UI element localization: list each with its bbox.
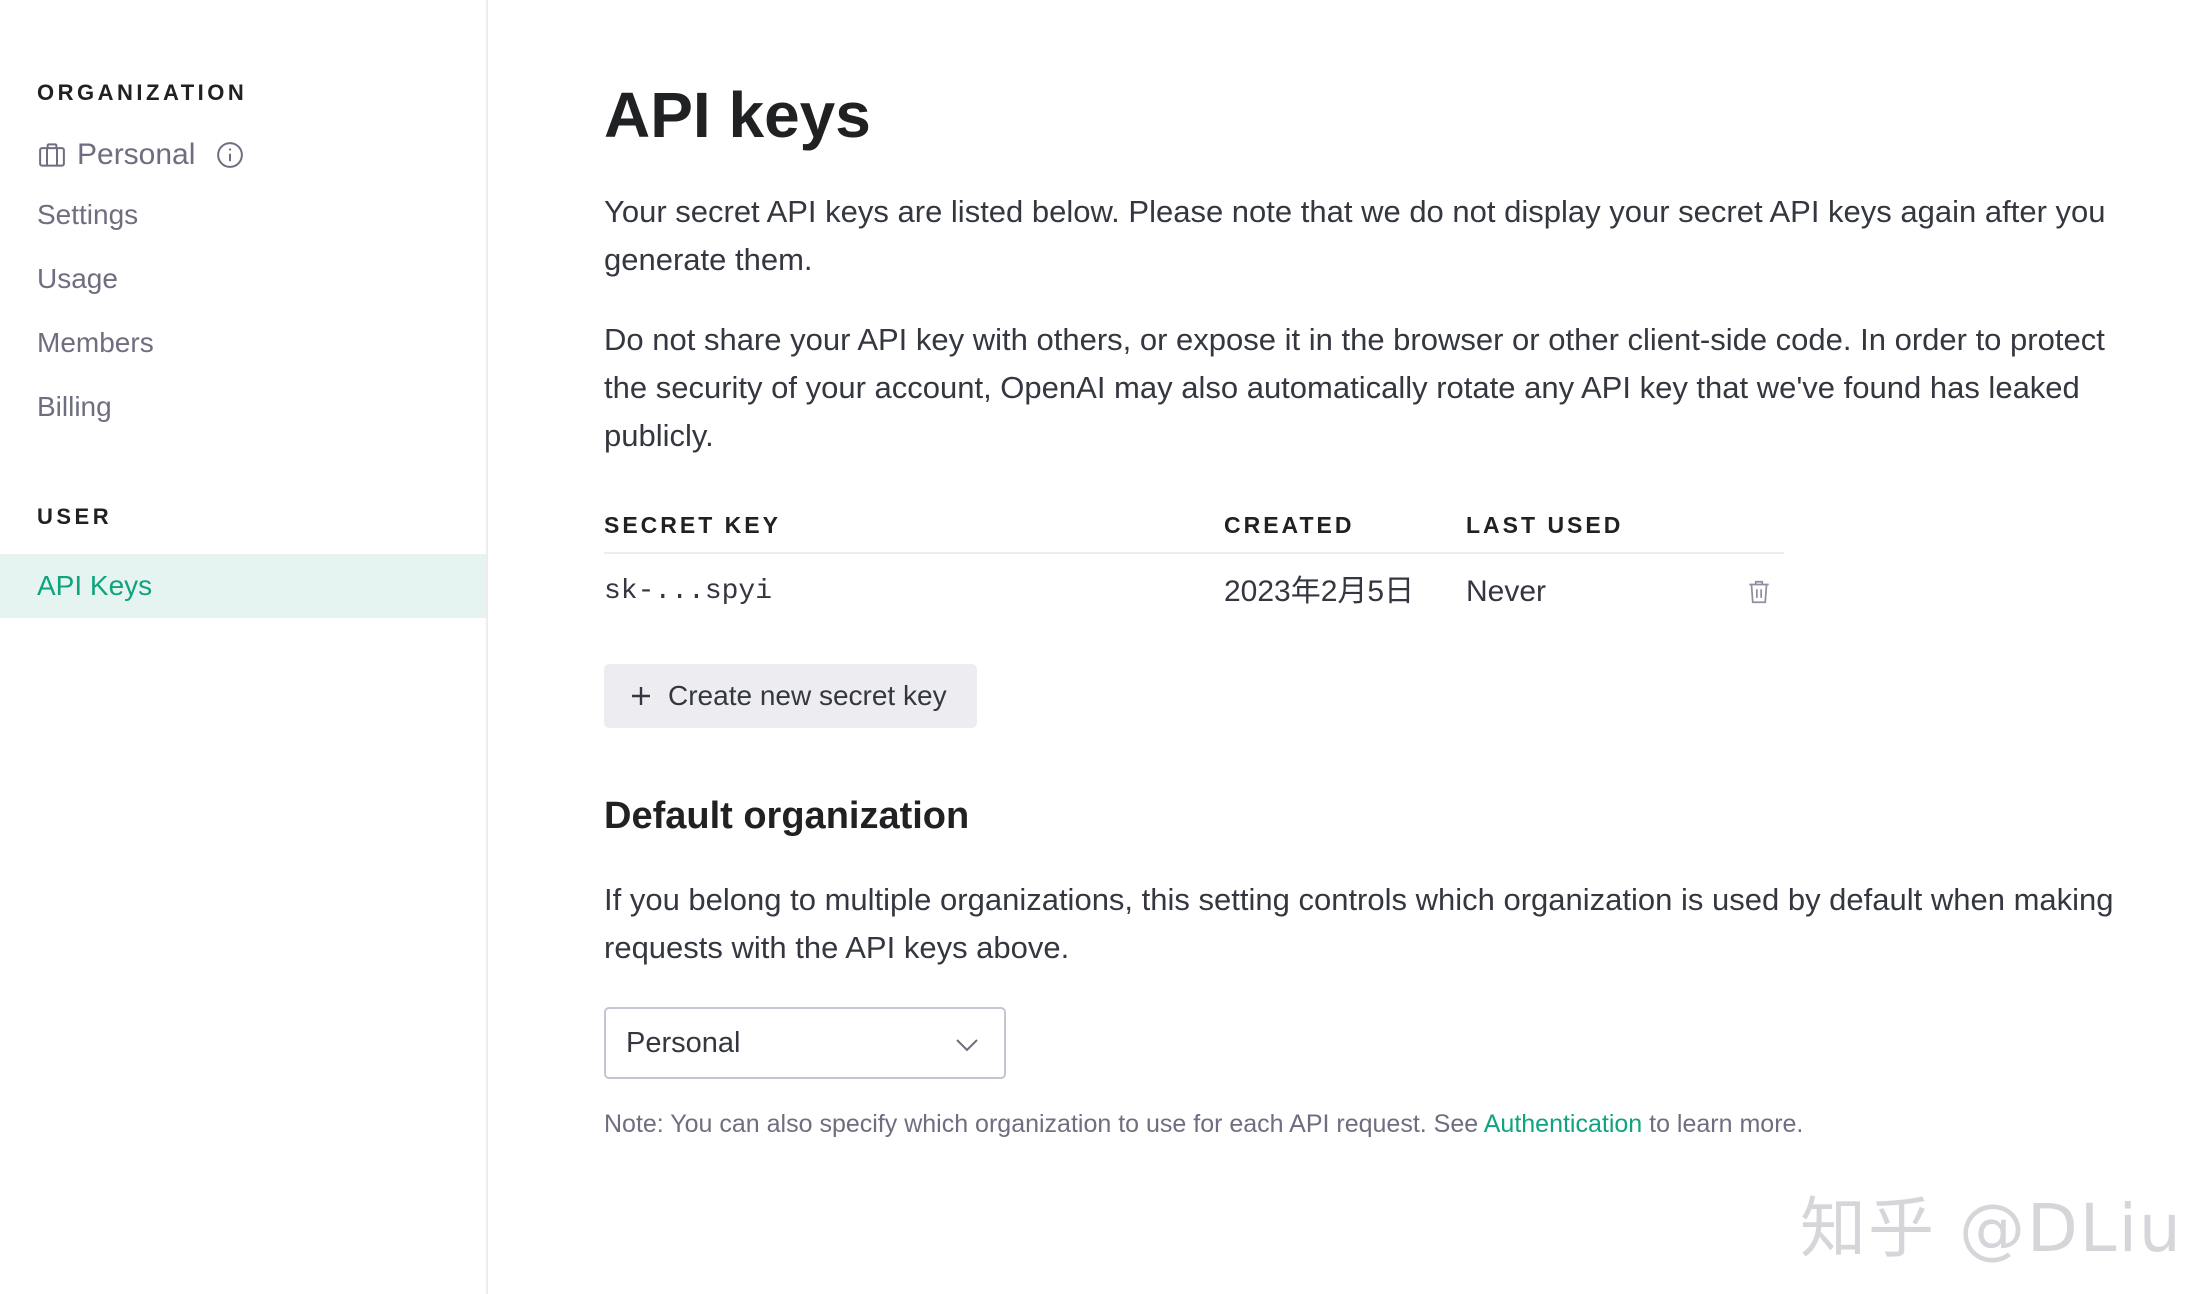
sidebar-item-label: Billing [37, 391, 112, 422]
secret-key-value: sk-...spyi [604, 576, 773, 607]
page-title: API keys [604, 79, 871, 151]
sidebar-item-label: Settings [37, 199, 139, 230]
default-organization-title: Default organization [604, 795, 970, 837]
sidebar-item-members[interactable]: Members [0, 311, 486, 375]
column-header-created: CREATED [1224, 512, 1355, 538]
organization-selector[interactable]: Personal [37, 134, 245, 176]
organization-heading: ORGANIZATION [37, 80, 248, 105]
sidebar-item-label: Members [37, 327, 154, 358]
authentication-link[interactable]: Authentication [1484, 1110, 1642, 1138]
create-secret-key-button[interactable]: Create new secret key [604, 664, 977, 728]
column-header-secret-key: SECRET KEY [604, 512, 781, 538]
sidebar-item-usage[interactable]: Usage [0, 247, 486, 311]
security-paragraph: Do not share your API key with others, o… [604, 322, 2105, 453]
sidebar-item-billing[interactable]: Billing [0, 375, 486, 439]
note-suffix: to learn more. [1642, 1110, 1804, 1138]
note-prefix: Note: You can also specify which organiz… [604, 1110, 1484, 1138]
sidebar: ORGANIZATION Personal Settings Usage Mem… [0, 0, 488, 1294]
briefcase-icon [37, 140, 67, 170]
default-organization-select[interactable]: Personal [604, 1007, 1006, 1079]
sidebar-item-api-keys[interactable]: API Keys [0, 554, 486, 618]
info-icon[interactable] [215, 140, 245, 170]
chevron-down-icon [954, 1031, 980, 1057]
table-divider [604, 552, 1784, 554]
trash-icon[interactable] [1746, 578, 1772, 606]
watermark: 知乎 @DLiu [1800, 1190, 2183, 1267]
sidebar-item-label: API Keys [37, 570, 153, 601]
organization-name: Personal [77, 138, 196, 171]
select-value: Personal [626, 1026, 741, 1059]
sidebar-item-label: Usage [37, 263, 118, 294]
sidebar-item-settings[interactable]: Settings [0, 183, 486, 247]
last-used-value: Never [1466, 575, 1547, 608]
user-heading: USER [37, 504, 113, 529]
created-date: 2023年2月5日 [1224, 575, 1415, 608]
note-text: Note: You can also specify which organiz… [604, 1106, 1803, 1142]
create-button-label: Create new secret key [668, 680, 947, 711]
plus-icon [630, 685, 652, 707]
column-header-last-used: LAST USED [1466, 512, 1624, 538]
default-organization-paragraph: If you belong to multiple organizations,… [604, 882, 2114, 965]
intro-paragraph: Your secret API keys are listed below. P… [604, 194, 2106, 277]
